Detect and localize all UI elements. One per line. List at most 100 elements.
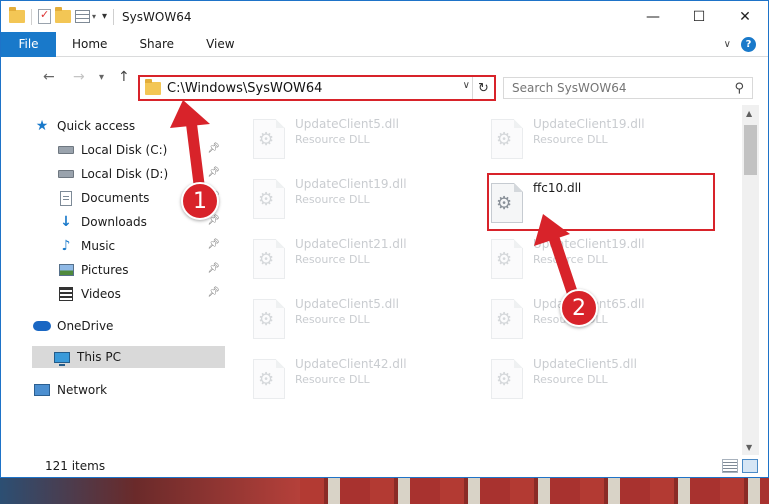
step-2-badge: 2: [560, 289, 598, 327]
tab-view[interactable]: View: [190, 32, 250, 57]
file-name: UpdateClient19.dll: [533, 237, 645, 251]
file-type: Resource DLL: [295, 193, 370, 206]
dll-file-icon: [253, 299, 285, 339]
sidebar-item-label: Videos: [81, 287, 121, 301]
new-folder-icon[interactable]: [55, 7, 71, 23]
desktop-wallpaper-roof: [0, 478, 300, 504]
folder-icon: [9, 7, 25, 23]
sidebar-item-label: Quick access: [57, 119, 136, 133]
sidebar-item-label: OneDrive: [57, 319, 114, 333]
sidebar-item-label: Pictures: [81, 263, 129, 277]
properties-icon[interactable]: [38, 8, 51, 24]
file-name: UpdateClient5.dll: [295, 117, 399, 131]
tab-file[interactable]: File: [1, 31, 56, 57]
details-view-icon[interactable]: [722, 459, 738, 473]
file-item[interactable]: UpdateClient19.dll Resource DLL: [491, 115, 711, 165]
address-path[interactable]: C:\Windows\SysWOW64: [167, 81, 322, 96]
address-dropdown-icon[interactable]: ∨: [463, 80, 470, 91]
expand-ribbon-icon[interactable]: ∨: [724, 39, 731, 50]
window-title: SysWOW64: [122, 9, 192, 24]
sidebar-item-this-pc[interactable]: This PC: [32, 346, 225, 368]
sidebar-item-videos[interactable]: Videos 📌︎: [57, 283, 225, 305]
explorer-window: ▾ ▾ SysWOW64 — ☐ ✕ File Home Share View …: [0, 0, 769, 478]
pin-icon[interactable]: 📌︎: [207, 263, 220, 274]
view-toggle: [722, 459, 758, 473]
file-name: UpdateClient21.dll: [295, 237, 407, 251]
download-icon: ↓: [60, 214, 72, 230]
file-name: UpdateClient19.dll: [295, 177, 407, 191]
search-input[interactable]: [512, 81, 722, 95]
sidebar-item-label: Network: [57, 383, 108, 397]
pin-icon[interactable]: 📌︎: [207, 239, 220, 250]
file-item[interactable]: UpdateClient65.dllResource DLL: [491, 295, 711, 345]
tab-home[interactable]: Home: [56, 32, 123, 57]
customize-toolbar-icon[interactable]: ▾: [102, 11, 107, 22]
scroll-down-icon[interactable]: ▼: [746, 443, 752, 452]
dll-file-icon: [491, 239, 523, 279]
file-type: Resource DLL: [295, 253, 370, 266]
vertical-scrollbar[interactable]: ▲ ▼: [742, 105, 759, 457]
file-item[interactable]: UpdateClient21.dll Resource DLL: [253, 235, 473, 285]
file-item[interactable]: UpdateClient42.dll Resource DLL: [253, 355, 473, 405]
quick-access-toolbar: ▾ ▾: [1, 7, 116, 25]
file-item[interactable]: UpdateClient19.dll Resource DLL: [491, 235, 711, 285]
pin-icon[interactable]: 📌︎: [207, 143, 220, 154]
file-name: UpdateClient42.dll: [295, 357, 407, 371]
file-name: UpdateClient5.dll: [533, 357, 637, 371]
pc-icon: [54, 351, 70, 366]
file-name: ffc10.dll: [533, 181, 582, 195]
file-item-ffc10-dll[interactable]: ffc10.dll: [487, 173, 715, 231]
folder-icon: [145, 78, 161, 95]
tab-share[interactable]: Share: [123, 32, 190, 57]
help-icon[interactable]: ?: [741, 36, 756, 52]
scroll-up-icon[interactable]: ▲: [746, 109, 752, 118]
up-button[interactable]: ↑: [118, 69, 130, 85]
star-icon: ★: [35, 118, 49, 134]
cloud-icon: [33, 321, 51, 331]
file-item[interactable]: UpdateClient5.dll Resource DLL: [491, 355, 711, 405]
sidebar-item-onedrive[interactable]: OneDrive: [33, 315, 225, 337]
view-options-icon[interactable]: [75, 10, 90, 23]
search-box[interactable]: ⚲: [503, 77, 753, 99]
file-item[interactable]: UpdateClient5.dll Resource DLL: [253, 115, 473, 165]
forward-button[interactable]: →: [73, 69, 85, 85]
search-icon[interactable]: ⚲: [734, 81, 744, 96]
video-icon: [59, 287, 73, 301]
scrollbar-thumb[interactable]: [744, 125, 757, 175]
pin-icon[interactable]: 📌︎: [207, 287, 220, 298]
window-controls: — ☐ ✕: [630, 1, 768, 32]
item-count: 121 items: [45, 459, 106, 473]
recent-locations-button[interactable]: ▾: [99, 72, 104, 83]
large-icons-view-icon[interactable]: [742, 459, 758, 473]
pin-icon[interactable]: 📌︎: [207, 167, 220, 178]
file-item[interactable]: UpdateClient5.dll Resource DLL: [253, 295, 473, 345]
file-list: UpdateClient5.dll Resource DLL UpdateClie…: [229, 107, 741, 451]
close-button[interactable]: ✕: [722, 1, 768, 32]
file-name: UpdateClient5.dll: [295, 297, 399, 311]
refresh-icon[interactable]: ↻: [472, 77, 494, 99]
sidebar-item-quick-access[interactable]: ★ Quick access: [33, 115, 225, 137]
minimize-button[interactable]: —: [630, 1, 676, 32]
back-button[interactable]: ←: [43, 69, 55, 85]
dll-file-icon: [253, 179, 285, 219]
sidebar-item-network[interactable]: Network: [33, 379, 225, 401]
sidebar-item-pictures[interactable]: Pictures 📌︎: [57, 259, 225, 281]
disk-icon: [58, 170, 74, 178]
desktop-wallpaper-house: [300, 478, 769, 504]
chevron-down-icon[interactable]: ▾: [92, 12, 96, 21]
sidebar-item-music[interactable]: ♪ Music 📌︎: [57, 235, 225, 257]
file-item[interactable]: UpdateClient19.dll Resource DLL: [253, 175, 473, 225]
dll-file-icon: [253, 239, 285, 279]
title-bar: ▾ ▾ SysWOW64 — ☐ ✕: [1, 1, 768, 32]
sidebar-item-local-disk-c[interactable]: Local Disk (C:) 📌︎: [57, 139, 225, 161]
address-bar[interactable]: C:\Windows\SysWOW64 ∨ ↻: [138, 75, 496, 101]
dll-file-icon: [491, 359, 523, 399]
status-bar: 121 items: [1, 455, 768, 477]
maximize-button[interactable]: ☐: [676, 1, 722, 32]
file-type: Resource DLL: [533, 133, 608, 146]
dll-file-icon: [253, 119, 285, 159]
file-type: Resource DLL: [295, 133, 370, 146]
network-icon: [34, 384, 50, 396]
file-type: Resource DLL: [295, 313, 370, 326]
sidebar-item-label: This PC: [77, 350, 121, 364]
